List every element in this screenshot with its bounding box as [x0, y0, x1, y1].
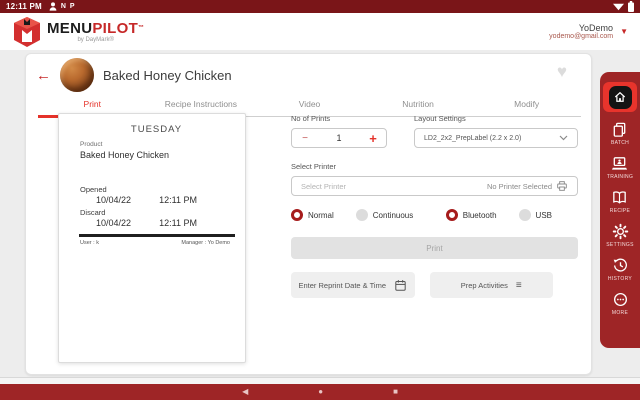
recipe-book-icon [613, 191, 627, 204]
status-bar: 12:11 PM N P [0, 0, 640, 13]
battery-icon [628, 1, 634, 12]
recipe-card-header: ← Baked Honey Chicken [26, 56, 591, 94]
calendar-icon [395, 279, 406, 291]
radio-normal[interactable]: Normal [291, 209, 334, 221]
print-form: No of Prints − 1 + Layout Settings LD2_2… [291, 114, 578, 298]
label-product-caption: Product [80, 141, 103, 148]
right-sidebar: BATCH TRAINING RECIPE SETTINGS HISTORY M… [600, 72, 640, 348]
radio-bluetooth[interactable]: Bluetooth [445, 209, 497, 221]
layout-settings-label: Layout Settings [414, 114, 466, 123]
print-options: Normal Continuous Bluetooth USB [291, 209, 578, 221]
label-opened-date: 10/04/22 [96, 195, 132, 205]
increment-button[interactable]: + [360, 131, 386, 146]
label-opened-time: 12:11 PM [159, 195, 197, 205]
printer-field[interactable]: No Printer Selected [291, 176, 578, 196]
label-discard-time: 12:11 PM [159, 218, 197, 228]
android-nav-bar: ◀ ● ■ [0, 384, 640, 400]
label-discard-caption: Discard [80, 208, 106, 217]
menupilot-cube-icon [14, 16, 40, 47]
nav-home-icon[interactable]: ● [318, 388, 323, 396]
user-name: YoDemo [578, 23, 614, 33]
layout-settings-value: LD2_2x2_PrepLabel (2.2 x 2.0) [424, 134, 522, 142]
printer-status-text: No Printer Selected [486, 181, 552, 191]
label-opened-caption: Opened [80, 185, 107, 194]
label-divider [79, 234, 235, 237]
nav-recents-icon[interactable]: ■ [393, 388, 398, 396]
label-product-name: Baked Honey Chicken [80, 150, 170, 160]
print-button[interactable]: Print [291, 237, 578, 259]
history-clock-icon [613, 258, 627, 272]
more-ellipsis-icon [613, 292, 627, 307]
select-printer-input[interactable] [301, 181, 487, 191]
user-email: yodemo@gmail.com [549, 33, 614, 40]
menupilot-logo: MENUPILOT™ by DayMark® [12, 16, 144, 48]
logo-wordmark: MENUPILOT™ [47, 19, 145, 37]
label-manager-meta: Manager : Yo Demo [181, 240, 230, 246]
bottom-strip [0, 377, 640, 384]
radio-unselected-icon[interactable] [518, 209, 531, 221]
radio-unselected-icon[interactable] [355, 209, 368, 221]
printer-icon [557, 181, 567, 191]
page-title: Baked Honey Chicken [103, 67, 232, 83]
radio-selected-icon[interactable] [291, 209, 303, 221]
sidebar-item-more[interactable]: MORE [612, 291, 629, 316]
list-icon: ≡ [515, 279, 522, 291]
p-notification-icon: P [69, 3, 75, 10]
user-menu[interactable]: YoDemo yodemo@gmail.com ▼ [549, 23, 628, 40]
home-icon [614, 91, 626, 102]
layout-settings-select[interactable]: LD2_2x2_PrepLabel (2.2 x 2.0) [414, 128, 578, 148]
notification-icons: N P [49, 2, 75, 11]
sidebar-item-training[interactable]: TRAINING [607, 155, 633, 180]
sidebar-item-home[interactable] [603, 82, 637, 112]
main-area: ← Baked Honey Chicken ♥ Print Recipe Ins… [0, 50, 640, 377]
decrement-button[interactable]: − [292, 133, 318, 144]
reprint-date-time-button[interactable]: Enter Reprint Date & Time [291, 272, 415, 298]
label-day: TUESDAY [130, 124, 183, 135]
n-notification-icon: N [60, 3, 66, 10]
recipe-card: ← Baked Honey Chicken ♥ Print Recipe Ins… [25, 53, 592, 375]
quantity-stepper: − 1 + [291, 128, 387, 148]
no-of-prints-label: No of Prints [291, 114, 331, 123]
app-header: MENUPILOT™ by DayMark® YoDemo yodemo@gma… [0, 13, 640, 50]
back-button[interactable]: ← [36, 68, 51, 83]
batch-copies-icon [614, 122, 626, 137]
chevron-down-icon [559, 135, 568, 141]
person-notification-icon [49, 2, 57, 11]
sidebar-item-batch[interactable]: BATCH [611, 121, 629, 146]
training-laptop-icon [612, 157, 628, 170]
radio-selected-icon[interactable] [445, 209, 458, 221]
nav-back-icon[interactable]: ◀ [242, 388, 248, 396]
sidebar-item-recipe[interactable]: RECIPE [610, 189, 630, 214]
recipe-avatar [60, 58, 94, 92]
label-discard-date: 10/04/22 [96, 218, 132, 228]
prep-activities-button[interactable]: Prep Activities ≡ [429, 272, 553, 298]
select-printer-label: Select Printer [291, 162, 337, 171]
prints-count: 1 [336, 133, 342, 143]
clock: 12:11 PM [6, 2, 42, 11]
gear-icon [612, 223, 628, 240]
radio-usb[interactable]: USB [518, 209, 552, 221]
wifi-icon [613, 3, 624, 10]
logo-tagline: by DayMark® [77, 36, 114, 43]
label-preview: TUESDAY Product Baked Honey Chicken Open… [58, 113, 246, 363]
sidebar-item-history[interactable]: HISTORY [608, 257, 632, 282]
sidebar-item-settings[interactable]: SETTINGS [606, 223, 633, 248]
favorite-heart-icon[interactable]: ♥ [557, 62, 567, 82]
chevron-down-icon[interactable]: ▼ [620, 27, 628, 36]
radio-continuous[interactable]: Continuous [355, 209, 413, 221]
label-user-meta: User : k [80, 240, 99, 246]
